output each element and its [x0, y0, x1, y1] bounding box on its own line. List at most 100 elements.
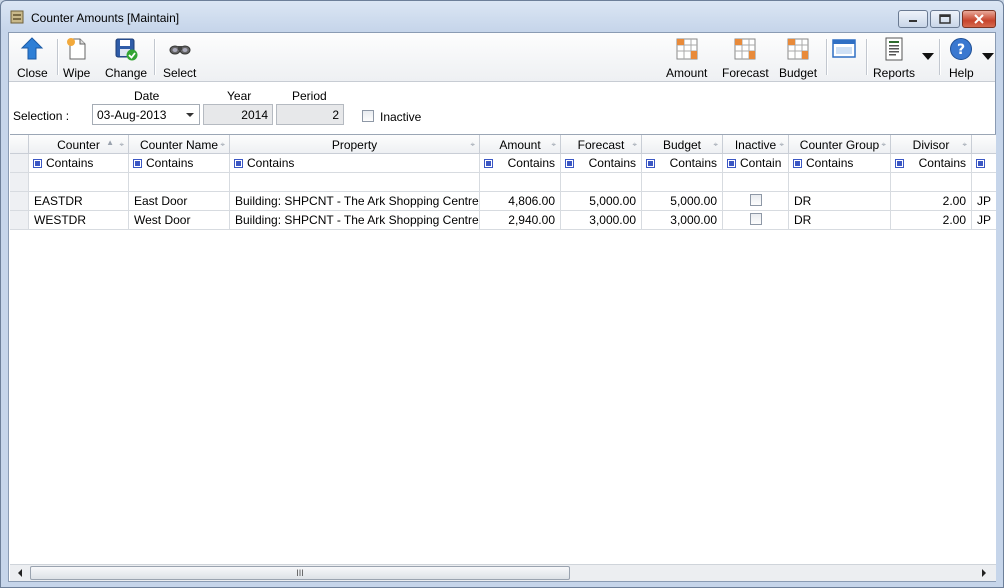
filter-cell-divisor[interactable]: Contains — [891, 154, 972, 173]
column-header-inactive[interactable]: Inactive ⌖ — [723, 135, 789, 154]
filter-pin-icon[interactable]: ⌖ — [962, 140, 967, 150]
filter-cell-overflow[interactable] — [972, 154, 996, 173]
filter-input-counter-name[interactable] — [129, 173, 230, 192]
filter-operator-icon[interactable] — [565, 159, 574, 168]
cell-forecast[interactable]: 3,000.00 — [561, 211, 642, 230]
table-row[interactable]: WESTDR West Door Building: SHPCNT - The … — [10, 211, 996, 230]
filter-input-forecast[interactable] — [561, 173, 642, 192]
filter-cell-property[interactable]: Contains — [230, 154, 480, 173]
cell-property[interactable]: Building: SHPCNT - The Ark Shopping Cent… — [230, 192, 480, 211]
select-button[interactable]: Select — [163, 35, 196, 81]
filter-input-counter[interactable] — [29, 173, 129, 192]
filter-cell-counter-group[interactable]: Contains — [789, 154, 891, 173]
help-dropdown-icon[interactable] — [982, 53, 994, 60]
cell-amount[interactable]: 4,806.00 — [480, 192, 561, 211]
close-window-button[interactable] — [962, 10, 996, 28]
minimize-button[interactable] — [898, 10, 928, 28]
cell-overflow[interactable]: JP — [972, 211, 996, 230]
cell-forecast[interactable]: 5,000.00 — [561, 192, 642, 211]
filter-pin-icon[interactable]: ⌖ — [881, 140, 886, 150]
filter-pin-icon[interactable]: ⌖ — [119, 140, 124, 150]
cell-amount[interactable]: 2,940.00 — [480, 211, 561, 230]
help-button[interactable]: ? Help — [949, 35, 974, 81]
filter-operator-icon[interactable] — [484, 159, 493, 168]
cell-counter[interactable]: WESTDR — [29, 211, 129, 230]
inactive-checkbox[interactable] — [362, 110, 374, 122]
filter-input-amount[interactable] — [480, 173, 561, 192]
chevron-down-icon[interactable] — [186, 113, 194, 117]
filter-operator-icon[interactable] — [133, 159, 142, 168]
wipe-button[interactable]: Wipe — [63, 35, 90, 81]
filter-cell-budget[interactable]: Contains — [642, 154, 723, 173]
cell-divisor[interactable]: 2.00 — [891, 192, 972, 211]
filter-input-property[interactable] — [230, 173, 480, 192]
column-header-amount[interactable]: Amount ⌖ — [480, 135, 561, 154]
filter-input-inactive[interactable] — [723, 173, 789, 192]
filter-operator-icon[interactable] — [646, 159, 655, 168]
scroll-left-button[interactable] — [12, 566, 28, 580]
cell-counter-name[interactable]: West Door — [129, 211, 230, 230]
inactive-checkbox[interactable] — [749, 194, 762, 206]
column-header-forecast[interactable]: Forecast ⌖ — [561, 135, 642, 154]
filter-cell-inactive[interactable]: Contain — [723, 154, 789, 173]
filter-operator-icon[interactable] — [895, 159, 904, 168]
scroll-right-button[interactable] — [976, 566, 992, 580]
filter-cell-amount[interactable]: Contains — [480, 154, 561, 173]
cell-counter-group[interactable]: DR — [789, 211, 891, 230]
cell-counter-group[interactable]: DR — [789, 192, 891, 211]
filter-input-counter-group[interactable] — [789, 173, 891, 192]
column-header-budget[interactable]: Budget ⌖ — [642, 135, 723, 154]
cell-overflow[interactable]: JP — [972, 192, 996, 211]
selection-label: Selection : — [13, 109, 70, 123]
column-header-counter[interactable]: Counter ▲ ⌖ — [29, 135, 129, 154]
budget-button[interactable]: Budget — [779, 35, 817, 81]
forecast-button[interactable]: Forecast — [722, 35, 769, 81]
row-selector[interactable] — [10, 211, 29, 230]
filter-pin-icon[interactable]: ⌖ — [713, 140, 718, 150]
cell-property[interactable]: Building: SHPCNT - The Ark Shopping Cent… — [230, 211, 480, 230]
filter-input-budget[interactable] — [642, 173, 723, 192]
filter-operator-label: Contains — [669, 156, 717, 170]
filter-operator-icon[interactable] — [793, 159, 802, 168]
filter-cell-forecast[interactable]: Contains — [561, 154, 642, 173]
horizontal-scrollbar[interactable]: III — [10, 564, 996, 581]
cell-divisor[interactable]: 2.00 — [891, 211, 972, 230]
filter-operator-icon[interactable] — [976, 159, 985, 168]
filter-operator-icon[interactable] — [234, 159, 243, 168]
cell-budget[interactable]: 3,000.00 — [642, 211, 723, 230]
filter-pin-icon[interactable]: ⌖ — [551, 140, 556, 150]
filter-operator-icon[interactable] — [727, 159, 736, 168]
reports-button[interactable]: Reports — [873, 35, 915, 81]
column-header-property[interactable]: Property ⌖ — [230, 135, 480, 154]
window-toggle-button[interactable] — [832, 35, 856, 81]
column-header-overflow[interactable] — [972, 135, 996, 154]
filter-pin-icon[interactable]: ⌖ — [470, 140, 475, 150]
scroll-right-icon — [982, 569, 986, 577]
filter-pin-icon[interactable]: ⌖ — [632, 140, 637, 150]
column-header-divisor[interactable]: Divisor ⌖ — [891, 135, 972, 154]
date-picker[interactable]: 03-Aug-2013 — [92, 104, 200, 125]
cell-counter-name[interactable]: East Door — [129, 192, 230, 211]
cell-counter[interactable]: EASTDR — [29, 192, 129, 211]
filter-pin-icon[interactable]: ⌖ — [220, 140, 225, 150]
filter-input-divisor[interactable] — [891, 173, 972, 192]
cell-budget[interactable]: 5,000.00 — [642, 192, 723, 211]
filter-operator-icon[interactable] — [33, 159, 42, 168]
amount-button[interactable]: Amount — [666, 35, 707, 81]
scrollbar-thumb[interactable]: III — [30, 566, 570, 580]
grid-filter-row: Contains Contains Contains Contains Cont… — [10, 154, 996, 173]
row-selector[interactable] — [10, 192, 29, 211]
filter-cell-counter[interactable]: Contains — [29, 154, 129, 173]
column-header-counter-group[interactable]: Counter Group ⌖ — [789, 135, 891, 154]
change-button[interactable]: Change — [105, 35, 147, 81]
close-button[interactable]: Close — [17, 35, 48, 81]
table-row[interactable]: EASTDR East Door Building: SHPCNT - The … — [10, 192, 996, 211]
filter-pin-icon[interactable]: ⌖ — [779, 140, 784, 150]
reports-dropdown-icon[interactable] — [922, 53, 934, 60]
maximize-button[interactable] — [930, 10, 960, 28]
inactive-checkbox[interactable] — [749, 213, 762, 225]
filter-input-overflow[interactable] — [972, 173, 996, 192]
filter-cell-counter-name[interactable]: Contains — [129, 154, 230, 173]
budget-label: Budget — [779, 66, 818, 80]
column-header-counter-name[interactable]: Counter Name ⌖ — [129, 135, 230, 154]
